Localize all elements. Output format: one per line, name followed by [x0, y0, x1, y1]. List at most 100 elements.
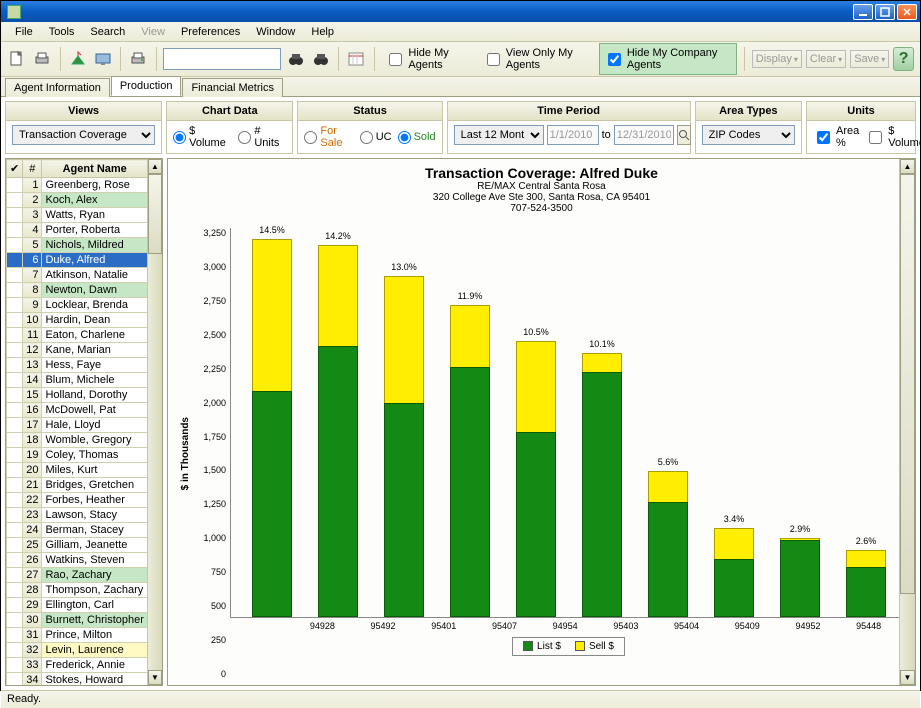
- views-select[interactable]: Transaction Coverage: [12, 125, 155, 145]
- agent-row[interactable]: 22Forbes, Heather: [7, 493, 148, 508]
- chk-dollar-volume[interactable]: $ Volume: [865, 125, 921, 149]
- agent-row[interactable]: 17Hale, Lloyd: [7, 418, 148, 433]
- agent-row[interactable]: 32Levin, Laurence: [7, 643, 148, 658]
- row-check-cell[interactable]: [7, 508, 23, 523]
- row-check-cell[interactable]: [7, 523, 23, 538]
- row-check-cell[interactable]: [7, 463, 23, 478]
- agent-row[interactable]: 12Kane, Marian: [7, 343, 148, 358]
- time-period-select[interactable]: Last 12 Mont...: [454, 125, 544, 145]
- agent-row[interactable]: 20Miles, Kurt: [7, 463, 148, 478]
- radio-volume[interactable]: $ Volume: [173, 125, 232, 149]
- chart-scroll-thumb[interactable]: [900, 174, 915, 594]
- agent-row[interactable]: 23Lawson, Stacy: [7, 508, 148, 523]
- row-check-cell[interactable]: [7, 433, 23, 448]
- agent-row[interactable]: 6Duke, Alfred: [7, 253, 148, 268]
- chk-area-pct[interactable]: Area %: [813, 125, 859, 149]
- row-check-cell[interactable]: [7, 493, 23, 508]
- col-check-icon[interactable]: ✔: [7, 160, 23, 178]
- row-check-cell[interactable]: [7, 478, 23, 493]
- menu-help[interactable]: Help: [303, 24, 342, 40]
- row-check-cell[interactable]: [7, 448, 23, 463]
- window-maximize-button[interactable]: [875, 4, 895, 20]
- agent-row[interactable]: 33Frederick, Annie: [7, 658, 148, 673]
- toolbar-binoculars-icon[interactable]: [285, 47, 306, 71]
- agent-row[interactable]: 26Watkins, Steven: [7, 553, 148, 568]
- agent-row[interactable]: 1Greenberg, Rose: [7, 178, 148, 193]
- col-number[interactable]: #: [23, 160, 42, 178]
- toolbar-calendar-icon[interactable]: [346, 47, 367, 71]
- row-check-cell[interactable]: [7, 283, 23, 298]
- agent-row[interactable]: 13Hess, Faye: [7, 358, 148, 373]
- agent-row[interactable]: 29Ellington, Carl: [7, 598, 148, 613]
- toolbar-document-icon[interactable]: [7, 47, 28, 71]
- agent-row[interactable]: 30Burnett, Christopher: [7, 613, 148, 628]
- row-check-cell[interactable]: [7, 658, 23, 673]
- agent-row[interactable]: 7Atkinson, Natalie: [7, 268, 148, 283]
- agent-row[interactable]: 3Watts, Ryan: [7, 208, 148, 223]
- agent-row[interactable]: 27Rao, Zachary: [7, 568, 148, 583]
- window-close-button[interactable]: [897, 4, 917, 20]
- area-types-select[interactable]: ZIP Codes: [702, 125, 795, 145]
- agent-row[interactable]: 2Koch, Alex: [7, 193, 148, 208]
- agent-row[interactable]: 15Holland, Dorothy: [7, 388, 148, 403]
- menu-tools[interactable]: Tools: [41, 24, 83, 40]
- agent-row[interactable]: 16McDowell, Pat: [7, 403, 148, 418]
- menu-window[interactable]: Window: [248, 24, 303, 40]
- chart-scroll-down-icon[interactable]: ▼: [900, 670, 915, 685]
- agent-row[interactable]: 21Bridges, Gretchen: [7, 478, 148, 493]
- toolbar-print-icon[interactable]: [32, 47, 53, 71]
- chk-hide-company-agents[interactable]: Hide My Company Agents: [599, 43, 737, 75]
- scroll-up-icon[interactable]: ▲: [148, 159, 162, 174]
- row-check-cell[interactable]: [7, 418, 23, 433]
- agent-row[interactable]: 24Berman, Stacey: [7, 523, 148, 538]
- row-check-cell[interactable]: [7, 673, 23, 686]
- row-check-cell[interactable]: [7, 388, 23, 403]
- menu-search[interactable]: Search: [82, 24, 133, 40]
- row-check-cell[interactable]: [7, 373, 23, 388]
- tab-production[interactable]: Production: [111, 76, 182, 96]
- toolbar-binoculars2-icon[interactable]: [310, 47, 331, 71]
- agent-row[interactable]: 28Thompson, Zachary: [7, 583, 148, 598]
- radio-units[interactable]: # Units: [238, 125, 286, 149]
- agent-row[interactable]: 11Eaton, Charlene: [7, 328, 148, 343]
- radio-uc[interactable]: UC: [360, 131, 392, 144]
- agent-row[interactable]: 34Stokes, Howard: [7, 673, 148, 686]
- row-check-cell[interactable]: [7, 568, 23, 583]
- agent-row[interactable]: 4Porter, Roberta: [7, 223, 148, 238]
- row-check-cell[interactable]: [7, 343, 23, 358]
- row-check-cell[interactable]: [7, 223, 23, 238]
- row-check-cell[interactable]: [7, 613, 23, 628]
- window-minimize-button[interactable]: [853, 4, 873, 20]
- menu-preferences[interactable]: Preferences: [173, 24, 248, 40]
- toolbar-search-input[interactable]: [163, 48, 281, 70]
- scroll-down-icon[interactable]: ▼: [148, 670, 162, 685]
- chk-view-only-my-agents[interactable]: View Only My Agents: [479, 44, 595, 74]
- toolbar-export-icon[interactable]: [67, 47, 88, 71]
- row-check-cell[interactable]: [7, 178, 23, 193]
- tab-financial-metrics[interactable]: Financial Metrics: [182, 78, 283, 97]
- chart-scrollbar[interactable]: ▲ ▼: [899, 159, 915, 685]
- row-check-cell[interactable]: [7, 208, 23, 223]
- toolbar-print2-icon[interactable]: [128, 47, 149, 71]
- tab-agent-information[interactable]: Agent Information: [5, 78, 110, 97]
- row-check-cell[interactable]: [7, 253, 23, 268]
- row-check-cell[interactable]: [7, 643, 23, 658]
- row-check-cell[interactable]: [7, 553, 23, 568]
- agent-row[interactable]: 5Nichols, Mildred: [7, 238, 148, 253]
- agent-row[interactable]: 31Prince, Milton: [7, 628, 148, 643]
- row-check-cell[interactable]: [7, 268, 23, 283]
- radio-sold[interactable]: Sold: [398, 131, 436, 144]
- toolbar-monitor-icon[interactable]: [92, 47, 113, 71]
- agent-row[interactable]: 14Blum, Michele: [7, 373, 148, 388]
- row-check-cell[interactable]: [7, 298, 23, 313]
- row-check-cell[interactable]: [7, 313, 23, 328]
- agent-row[interactable]: 18Womble, Gregory: [7, 433, 148, 448]
- agent-row[interactable]: 25Gilliam, Jeanette: [7, 538, 148, 553]
- row-check-cell[interactable]: [7, 628, 23, 643]
- chk-hide-my-agents[interactable]: Hide My Agents: [381, 44, 474, 74]
- radio-forsale[interactable]: For Sale: [304, 125, 353, 149]
- agent-row[interactable]: 8Newton, Dawn: [7, 283, 148, 298]
- row-check-cell[interactable]: [7, 238, 23, 253]
- row-check-cell[interactable]: [7, 538, 23, 553]
- help-button[interactable]: ?: [893, 47, 914, 71]
